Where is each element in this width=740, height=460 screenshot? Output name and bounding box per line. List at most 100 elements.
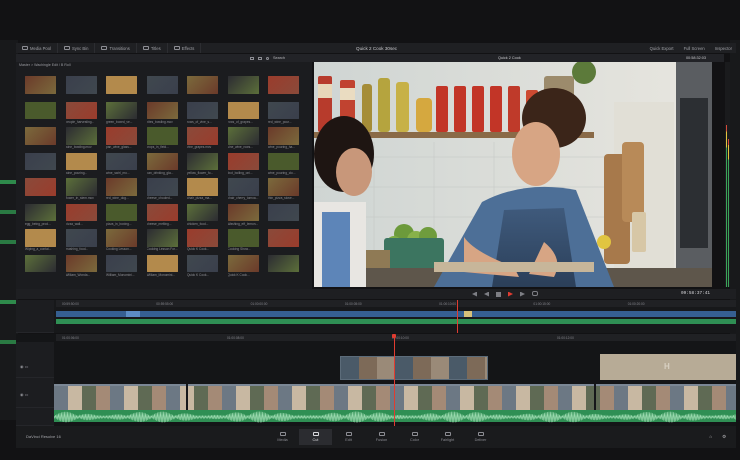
clip-thumbnail[interactable]: wine_pouring... <box>63 152 104 179</box>
jump-to-end-icon[interactable] <box>520 291 525 297</box>
clip-thumbnail[interactable]: wine_pouring_ha... <box>265 127 306 153</box>
clip-thumbnail[interactable]: William_Wonda... <box>63 254 104 281</box>
clip-thumbnail[interactable]: red_wine_dog... <box>103 178 144 204</box>
clip-thumbnail[interactable]: Wiping_a_contai... <box>22 229 63 255</box>
upper-video-clip[interactable] <box>126 311 140 317</box>
play-reverse-icon[interactable] <box>484 292 489 297</box>
clip-thumbnail[interactable]: chicken_food... <box>184 203 225 230</box>
a1-audio-clip[interactable] <box>53 410 737 423</box>
clip-thumbnail[interactable] <box>22 76 63 102</box>
clip-thumbnail[interactable]: pizza_in_boxing... <box>103 203 144 230</box>
clip-thumbnail[interactable]: thin_pizza_stove... <box>265 178 306 204</box>
viewer-frame[interactable] <box>314 62 712 287</box>
clip-thumbnail[interactable]: pan_drinking_gla... <box>144 152 185 179</box>
tool-sync-bin[interactable]: Sync Bin <box>58 43 96 53</box>
clip-thumbnail[interactable] <box>225 76 266 102</box>
tool-titles[interactable]: Titles <box>137 43 168 53</box>
clip-thumbnail[interactable]: mashing_food... <box>63 229 104 255</box>
tool-inspector[interactable]: Inspector <box>715 46 732 51</box>
tool-full-screen[interactable]: Full Screen <box>684 46 705 51</box>
clip-thumbnail[interactable]: wine_bowling.mov <box>63 127 104 153</box>
search-label[interactable]: Search <box>273 56 285 60</box>
upper-timeline-ruler[interactable]: 00:59:50:00 00:59:55:00 01:00:00:00 01:00:0… <box>56 300 736 307</box>
play-icon[interactable] <box>508 291 513 297</box>
clip-thumbnail[interactable]: crops_in_field... <box>144 127 185 153</box>
clip-thumbnail[interactable] <box>63 76 104 102</box>
clip-thumbnail[interactable]: rows_of_vine_s... <box>184 101 225 128</box>
clip-thumbnail[interactable] <box>184 76 225 102</box>
clip-thumbnail[interactable]: Cooking Lesson For... <box>144 229 185 255</box>
clip-thumbnail[interactable]: William_Monomini... <box>103 254 144 281</box>
lower-playhead[interactable] <box>394 334 395 426</box>
tool-quick-export[interactable]: Quick Export <box>650 46 674 51</box>
clip-thumbnail[interactable]: tbot_boiling_oni... <box>225 152 266 179</box>
page-tab-cut[interactable]: Cut <box>299 429 332 445</box>
clip-thumbnail[interactable]: red_wine_pour... <box>265 101 306 128</box>
page-tab-color[interactable]: Color <box>398 429 431 445</box>
loop-icon[interactable] <box>532 291 538 296</box>
page-tab-edit[interactable]: Edit <box>332 429 365 445</box>
clip-thumbnail[interactable]: cheese_chooled... <box>144 178 185 204</box>
clip-thumbnail[interactable]: bites_bowling.mov <box>144 101 185 128</box>
clip-thumbnail[interactable]: flower_in_stem.mov <box>63 178 104 204</box>
track-controls[interactable]: ◉ ▭ <box>20 364 40 369</box>
edit-point[interactable] <box>186 384 188 410</box>
list-view-icon[interactable] <box>258 56 262 60</box>
home-icon[interactable]: ⌂ <box>709 434 712 440</box>
clip-thumbnail[interactable]: Quick K Cook... <box>184 229 225 255</box>
stop-icon[interactable] <box>496 291 501 297</box>
lower-timeline[interactable]: 01:00:06:00 01:00:08:00 01:00:10:00 01:00:1… <box>16 334 737 426</box>
clip-thumbnail[interactable] <box>144 76 185 102</box>
clip-thumbnail[interactable]: green_boxed_ve... <box>103 101 144 128</box>
page-tab-deliver[interactable]: Deliver <box>464 429 497 445</box>
clip-thumbnail[interactable]: pizza_wall... <box>63 203 104 230</box>
clip-thumbnail[interactable] <box>265 229 306 255</box>
v1-main-clip[interactable] <box>54 384 736 410</box>
clip-thumbnail[interactable]: pan_wine_glass... <box>103 127 144 153</box>
page-tab-fusion[interactable]: Fusion <box>365 429 398 445</box>
bin-path-breadcrumb[interactable]: Master > Wachingle Edit / B Roll <box>16 62 312 69</box>
clip-thumbnail[interactable]: cheese_melting... <box>144 203 185 230</box>
clip-thumbnail[interactable]: yellow_flower_fo... <box>184 152 225 179</box>
v2-broll-clip[interactable] <box>340 356 488 380</box>
v2-title-clip[interactable]: H <box>600 354 736 380</box>
clip-thumbnail[interactable] <box>265 76 306 102</box>
page-tab-media[interactable]: Media <box>266 429 299 445</box>
clip-thumbnail[interactable]: chair_pizza_ma... <box>184 178 225 204</box>
grid-view-icon[interactable] <box>250 56 254 60</box>
tool-transitions[interactable]: Transitions <box>95 43 137 53</box>
tool-effects[interactable]: Effects <box>168 43 202 53</box>
upper-timeline[interactable]: 00:59:50:00 00:59:55:00 01:00:00:00 01:00:0… <box>16 300 736 333</box>
clip-thumbnail[interactable]: rows_of_grapes... <box>225 101 266 128</box>
clip-thumbnail[interactable]: Cooking Show... <box>225 229 266 255</box>
page-tab-fairlight[interactable]: Fairlight <box>431 429 464 445</box>
clip-thumbnail[interactable] <box>22 152 63 179</box>
playhead-handle[interactable] <box>392 334 397 338</box>
clip-thumbnail[interactable]: Cooking Lesson... <box>103 229 144 255</box>
clip-thumbnail[interactable]: wine_swirl_mo... <box>103 152 144 179</box>
track-controls[interactable]: ◉ ▭ <box>20 392 40 397</box>
clip-thumbnail[interactable]: William_Monomini... <box>144 254 185 281</box>
edit-point[interactable] <box>594 384 596 410</box>
clip-thumbnail[interactable] <box>22 254 63 281</box>
clip-thumbnail[interactable]: chair_cherry_tomoa... <box>225 178 266 204</box>
clip-thumbnail[interactable]: people_harvesting... <box>63 101 104 128</box>
upper-title-clip[interactable] <box>464 311 472 317</box>
clip-thumbnail[interactable]: vine_grapes.mov <box>184 127 225 153</box>
clip-thumbnail[interactable] <box>103 76 144 102</box>
clip-thumbnail[interactable] <box>22 101 63 128</box>
clip-thumbnail[interactable]: egg_being_prod... <box>22 203 63 230</box>
clip-thumbnail[interactable]: Quick K Cook... <box>184 254 225 281</box>
clip-thumbnail[interactable] <box>265 254 306 281</box>
clip-thumbnail[interactable]: wine_pouring_clo... <box>265 152 306 179</box>
clip-thumbnail[interactable] <box>22 127 63 153</box>
settings-icon[interactable]: ⚙ <box>722 434 726 440</box>
viewer-title[interactable]: Quick 2 Cook <box>498 56 521 60</box>
clip-thumbnail[interactable]: Quick K Cook... <box>225 254 266 281</box>
clip-thumbnail[interactable]: Washing_eft_lemon... <box>225 203 266 230</box>
jump-to-start-icon[interactable] <box>472 292 477 297</box>
tool-media-pool[interactable]: Media Pool <box>16 43 58 53</box>
clip-thumbnail[interactable] <box>22 178 63 204</box>
upper-audio-track[interactable] <box>56 319 736 324</box>
search-icon[interactable] <box>266 56 269 60</box>
